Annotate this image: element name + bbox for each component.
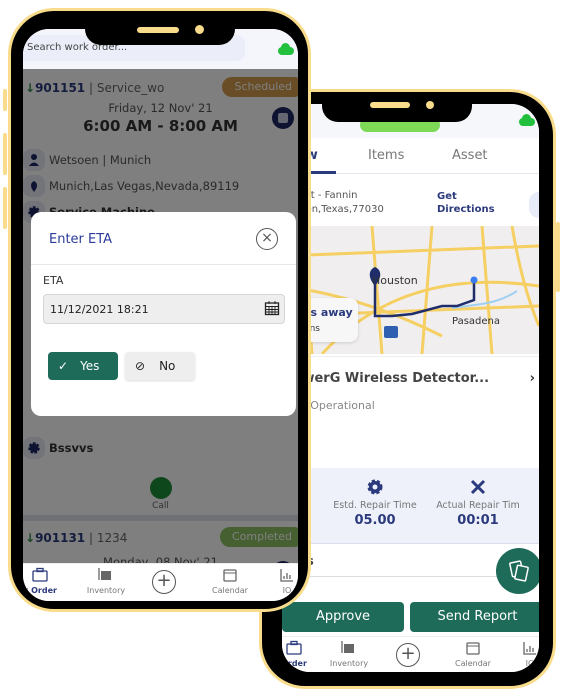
side-button: [556, 222, 560, 292]
nav-label: Inventory: [329, 659, 369, 668]
work-order-list-screen: Search work order... ↓901151 | Service_w…: [23, 29, 298, 601]
nav-inventory[interactable]: Inventory: [81, 567, 131, 595]
nav-label: IO: [282, 586, 292, 595]
enter-eta-dialog: Enter ETA × ETA ✓ Yes ⊘ No: [31, 212, 296, 416]
no-label: No: [159, 359, 176, 373]
eta-label: ETA: [43, 274, 64, 287]
phone-notch: [322, 92, 472, 122]
stat-estimated-repair: Estd. Repair Time 05.00: [330, 478, 420, 528]
nav-iot[interactable]: IO: [275, 567, 298, 595]
stat-actual-repair: Actual Repair Tim 00:01: [428, 478, 528, 528]
nav-label: IO: [525, 659, 535, 668]
no-button[interactable]: ⊘ No: [125, 352, 195, 380]
documents-fab[interactable]: [496, 548, 539, 594]
address-section: hodist - Fannin ouston,Texas,77030 Get Di…: [282, 174, 539, 226]
time-stats: ravel 00 Estd. Repair Time 05.00 Actual …: [282, 468, 539, 544]
divider: [31, 264, 296, 265]
map-city-label: Houston: [372, 274, 418, 287]
action-buttons: Approve Send Report: [282, 598, 539, 636]
work-order-detail-screen: # 6 view Items Asset hodist - Fannin ous…: [282, 104, 539, 672]
nav-work-order[interactable]: Order: [282, 640, 310, 668]
briefcase-icon: [286, 640, 302, 655]
side-button: [3, 133, 7, 175]
get-directions-label-1: Get: [437, 191, 457, 202]
asset-name: PowerG Wireless Detector...: [284, 371, 490, 386]
stat-label: Actual Repair Tim: [436, 500, 520, 511]
route-map[interactable]: Houston Pasadena miles away 26 mins: [282, 226, 539, 354]
luggage-icon: [341, 641, 354, 653]
gear-icon: [367, 479, 383, 495]
nav-label: k Order: [23, 586, 57, 595]
nav-label: Calendar: [212, 586, 248, 595]
nav-label: Calendar: [455, 659, 491, 668]
phone-notch: [85, 11, 235, 45]
check-icon: ✓: [58, 359, 69, 373]
side-button: [3, 187, 7, 229]
nav-label: Order: [282, 659, 307, 668]
tools-icon: [470, 479, 486, 495]
destination-dot: [470, 276, 478, 284]
cancel-icon: ⊘: [135, 359, 146, 373]
nav-calendar[interactable]: Calendar: [448, 640, 498, 668]
get-directions-label-2: Directions: [437, 204, 495, 215]
approve-button[interactable]: Approve: [282, 602, 404, 632]
chat-bubble[interactable]: [529, 192, 539, 218]
asset-card[interactable]: PowerG Wireless Detector... › Non-Operat…: [282, 356, 539, 468]
send-report-button[interactable]: Send Report: [410, 602, 539, 632]
yes-label: Yes: [80, 359, 100, 373]
highway-shield: [384, 326, 398, 338]
calendar-icon: [223, 569, 237, 582]
side-button: [3, 89, 7, 111]
calendar-icon: [466, 642, 480, 655]
nav-work-order[interactable]: k Order: [23, 567, 63, 595]
luggage-icon: [98, 568, 111, 580]
get-directions-link[interactable]: Get Directions: [437, 190, 495, 216]
chart-icon: [280, 569, 293, 582]
cloud-icon[interactable]: [517, 114, 535, 126]
bottom-navigation: Order Inventory + Calendar IO: [282, 636, 539, 672]
tab-asset[interactable]: Asset: [452, 148, 488, 163]
nav-label: Inventory: [86, 586, 126, 595]
close-icon[interactable]: ×: [256, 228, 278, 250]
bottom-navigation: k Order Inventory + Calendar IO: [23, 563, 298, 601]
nav-iot[interactable]: IO: [518, 640, 539, 668]
phone-frame-left: Search work order... ↓901151 | Service_w…: [3, 8, 311, 612]
tab-items[interactable]: Items: [368, 148, 404, 163]
copy-documents-icon: [509, 560, 529, 582]
chart-icon: [523, 642, 536, 655]
stat-label: Estd. Repair Time: [333, 500, 417, 511]
briefcase-icon: [32, 567, 48, 582]
dialog-title: Enter ETA: [49, 232, 113, 247]
stat-value: 05.00: [354, 513, 396, 528]
yes-button[interactable]: ✓ Yes: [48, 352, 118, 380]
nav-calendar[interactable]: Calendar: [205, 567, 255, 595]
plus-circle-icon[interactable]: +: [396, 643, 420, 667]
stat-value: 00:01: [457, 513, 499, 528]
cloud-icon[interactable]: [276, 43, 294, 55]
nav-inventory[interactable]: Inventory: [324, 640, 374, 668]
plus-circle-icon[interactable]: +: [152, 570, 176, 594]
calendar-icon[interactable]: [264, 300, 280, 316]
map-area-label: Pasadena: [452, 316, 501, 327]
eta-input[interactable]: [43, 294, 285, 324]
detail-tabs: view Items Asset: [282, 138, 539, 174]
chevron-right-icon[interactable]: ›: [530, 371, 535, 386]
